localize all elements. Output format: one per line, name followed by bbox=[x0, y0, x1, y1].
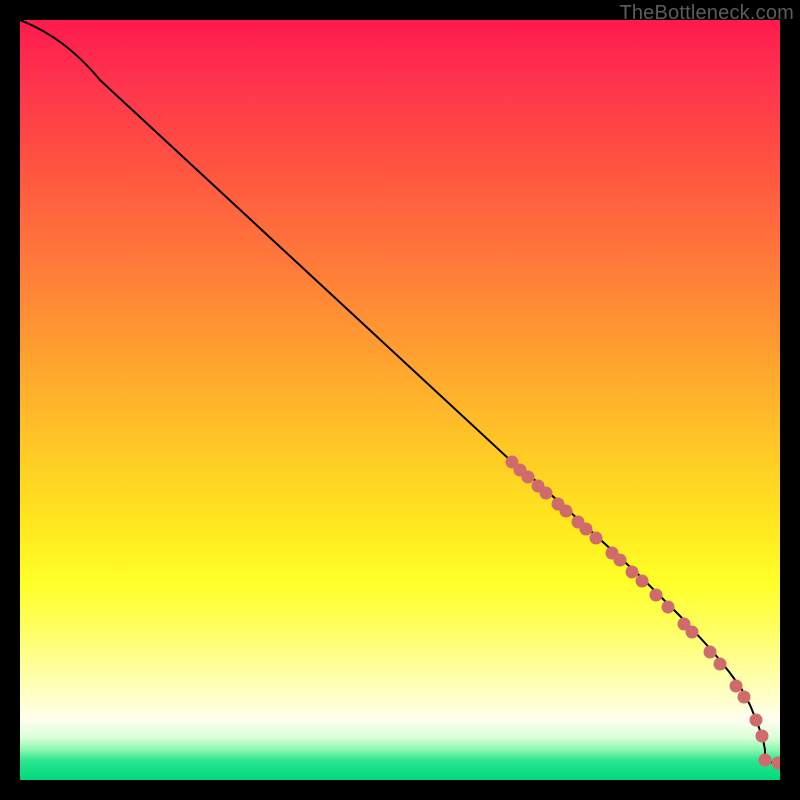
data-points bbox=[506, 456, 781, 770]
data-point bbox=[686, 626, 699, 639]
data-point bbox=[650, 589, 663, 602]
data-point bbox=[636, 575, 649, 588]
data-point bbox=[772, 757, 781, 770]
chart-frame: TheBottleneck.com bbox=[0, 0, 800, 800]
data-point bbox=[738, 691, 751, 704]
data-point bbox=[540, 487, 553, 500]
data-point bbox=[704, 646, 717, 659]
data-point bbox=[522, 471, 535, 484]
curve-line bbox=[20, 20, 778, 763]
data-point bbox=[750, 714, 763, 727]
data-point bbox=[730, 680, 743, 693]
data-point bbox=[662, 601, 675, 614]
plot-area bbox=[20, 20, 780, 780]
data-point bbox=[756, 730, 769, 743]
data-point bbox=[560, 505, 573, 518]
chart-overlay bbox=[20, 20, 780, 780]
data-point bbox=[714, 658, 727, 671]
data-point bbox=[580, 523, 593, 536]
data-point bbox=[614, 554, 627, 567]
data-point bbox=[590, 532, 603, 545]
data-point bbox=[759, 754, 772, 767]
data-point bbox=[626, 566, 639, 579]
